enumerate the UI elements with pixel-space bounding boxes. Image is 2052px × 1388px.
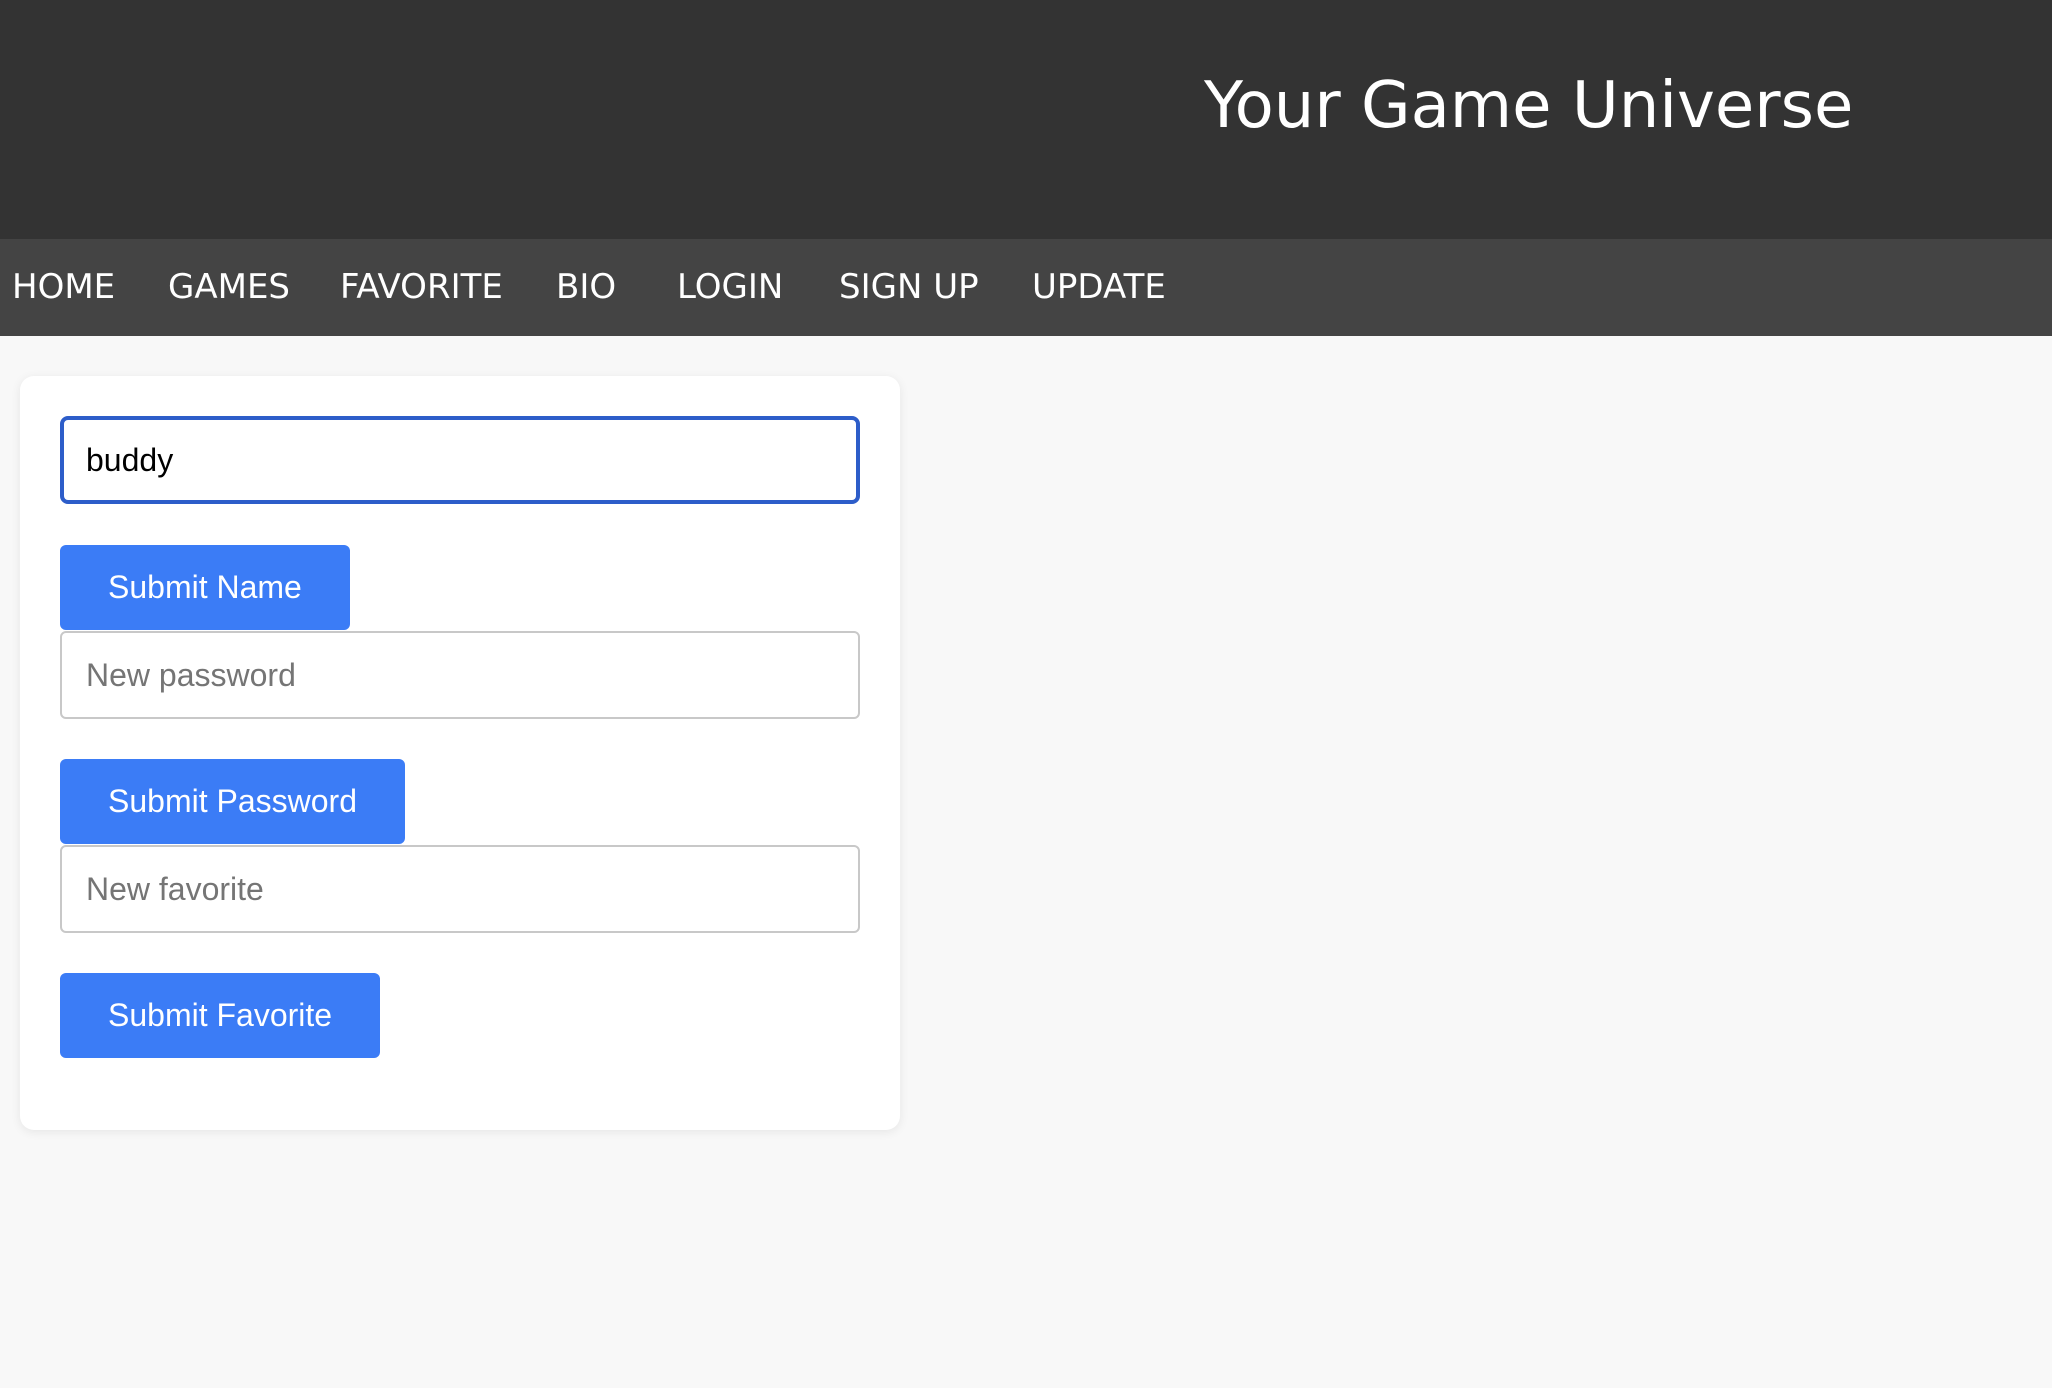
new-favorite-input[interactable] [60, 845, 860, 933]
site-title: Your Game Universe [1204, 69, 1854, 143]
update-form-card: Submit Name Submit Password Submit Favor… [20, 376, 900, 1130]
nav-item-sign-up[interactable]: SIGN UP [839, 239, 979, 336]
nav-item-bio[interactable]: BIO [556, 239, 616, 336]
new-password-input[interactable] [60, 631, 860, 719]
submit-password-button[interactable]: Submit Password [60, 759, 405, 844]
submit-favorite-button[interactable]: Submit Favorite [60, 973, 381, 1058]
nav-item-update[interactable]: UPDATE [1032, 239, 1166, 336]
main-nav: HOME GAMES FAVORITE BIO LOGIN SIGN UP UP… [0, 239, 2052, 336]
name-input[interactable] [60, 416, 860, 504]
nav-item-login[interactable]: LOGIN [677, 239, 783, 336]
site-header: Your Game Universe [0, 0, 2052, 239]
submit-name-button[interactable]: Submit Name [60, 545, 350, 630]
nav-item-games[interactable]: GAMES [168, 239, 290, 336]
nav-item-home[interactable]: HOME [12, 239, 115, 336]
nav-item-favorite[interactable]: FAVORITE [340, 239, 503, 336]
